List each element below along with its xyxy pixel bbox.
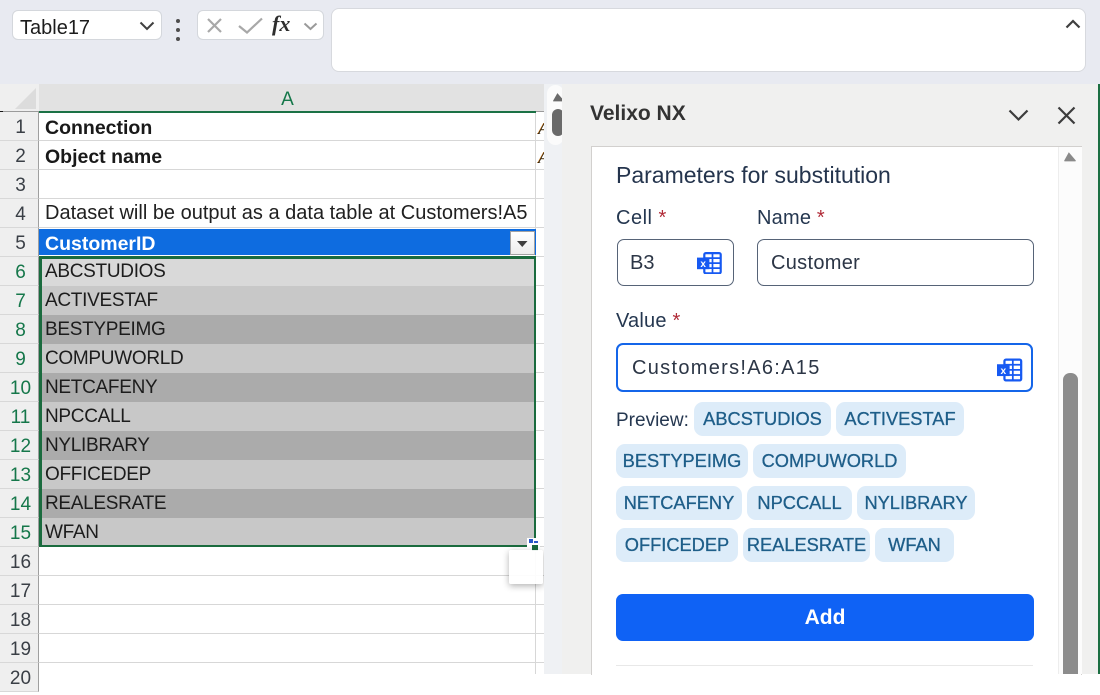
svg-text:x: x: [1000, 366, 1006, 377]
svg-text:x: x: [700, 259, 706, 270]
